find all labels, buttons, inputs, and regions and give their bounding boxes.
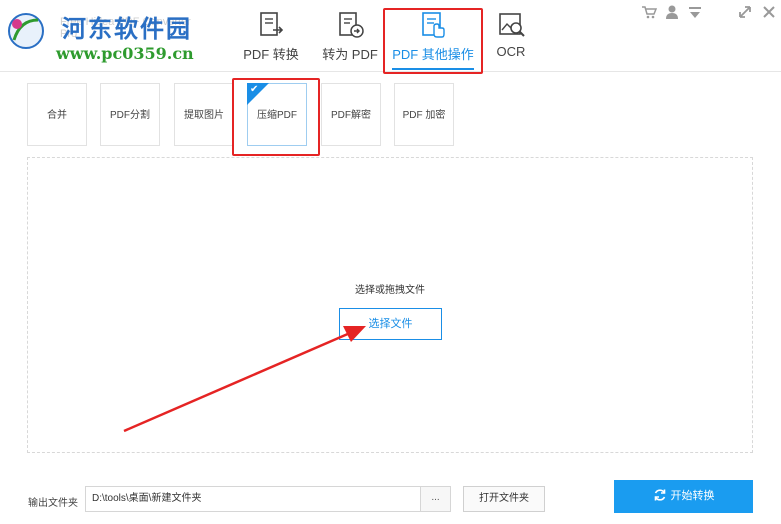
tool-pdf-encrypt[interactable]: PDF 加密 <box>394 83 454 146</box>
file-drop-area[interactable]: 选择或拖拽文件 选择文件 <box>27 157 753 453</box>
tab-ocr[interactable]: OCR <box>484 0 538 72</box>
tool-label: 合并 <box>47 110 67 121</box>
logo-title: 河东软件园 <box>62 14 192 43</box>
tab-label: PDF 其他操作 <box>392 47 474 62</box>
logo-url: www.pc0359.cn <box>56 44 194 63</box>
logo-icon <box>8 13 44 49</box>
tool-label: PDF解密 <box>331 110 371 121</box>
tool-label: PDF 加密 <box>402 110 446 121</box>
close-icon[interactable] <box>761 4 777 20</box>
to-pdf-icon <box>339 12 364 38</box>
top-bar: Free Hidea PDF Converter Pro 河东软件园 www.p… <box>0 0 781 72</box>
select-file-button[interactable]: 选择文件 <box>339 308 442 340</box>
tool-pdf-split[interactable]: PDF分割 <box>100 83 160 146</box>
output-folder-label: 输出文件夹 <box>28 498 78 509</box>
tab-to-pdf[interactable]: 转为 PDF <box>314 0 386 72</box>
tool-label: 压缩PDF <box>257 110 297 121</box>
start-convert-button[interactable]: 开始转换 <box>614 480 753 513</box>
menu-icon[interactable] <box>687 4 703 20</box>
tool-label: PDF分割 <box>110 110 150 121</box>
tab-label: 转为 PDF <box>322 47 378 62</box>
tool-pdf-decrypt[interactable]: PDF解密 <box>321 83 381 146</box>
tool-extract-images[interactable]: 提取图片 <box>174 83 234 146</box>
tool-label: 提取图片 <box>184 110 224 121</box>
pdf-convert-icon <box>260 12 284 36</box>
tool-compress-pdf[interactable]: ✔ 压缩PDF <box>247 83 307 146</box>
refresh-icon <box>654 489 665 501</box>
restore-icon[interactable] <box>737 4 753 20</box>
ocr-icon <box>499 13 525 37</box>
drop-hint: 选择或拖拽文件 <box>355 285 425 296</box>
check-icon: ✔ <box>250 84 259 95</box>
start-convert-label: 开始转换 <box>670 490 715 502</box>
output-path-field[interactable]: D:\tools\桌面\新建文件夹 <box>85 486 421 512</box>
tab-label: OCR <box>496 44 526 59</box>
logo: Free Hidea PDF Converter Pro 河东软件园 www.p… <box>0 0 210 72</box>
tab-pdf-convert[interactable]: PDF 转换 <box>236 0 306 72</box>
active-tab-indicator <box>392 68 474 70</box>
tab-pdf-other-ops[interactable]: PDF 其他操作 <box>384 0 482 72</box>
browse-button[interactable]: ... <box>421 486 451 512</box>
user-icon[interactable] <box>664 4 680 20</box>
tab-label: PDF 转换 <box>243 47 299 62</box>
pdf-other-ops-icon <box>422 12 445 38</box>
open-folder-button[interactable]: 打开文件夹 <box>463 486 545 512</box>
cart-icon[interactable] <box>641 4 657 20</box>
tool-merge[interactable]: 合并 <box>27 83 87 146</box>
